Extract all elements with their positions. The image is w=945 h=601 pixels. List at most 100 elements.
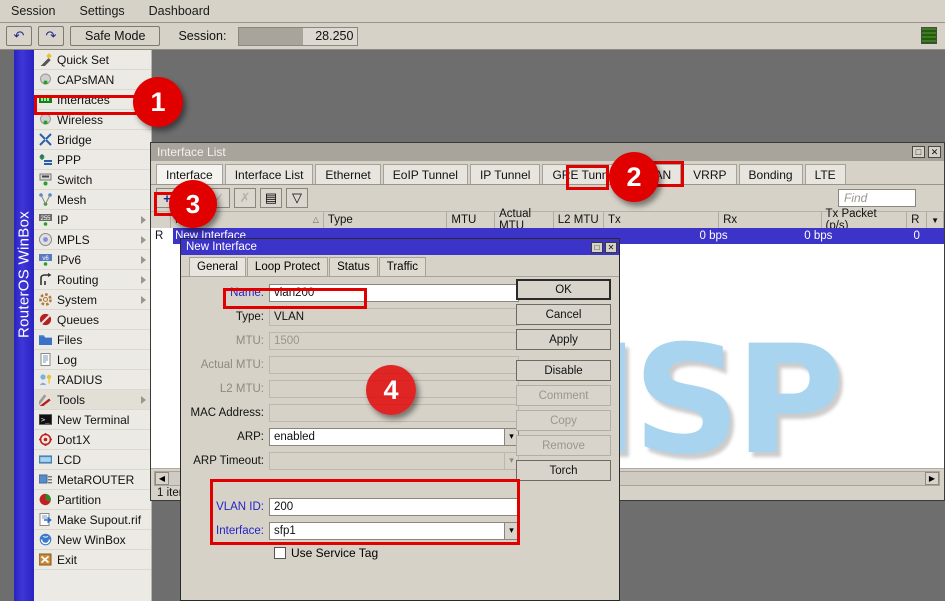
sidebar-item-exit[interactable]: Exit — [34, 550, 151, 570]
bridge-icon — [39, 133, 52, 146]
scroll-left-icon[interactable]: ◀ — [155, 472, 169, 485]
dialog-tab-loop-protect[interactable]: Loop Protect — [247, 257, 328, 276]
field-input-type[interactable]: VLAN — [269, 308, 519, 326]
sidebar-item-label: IPv6 — [57, 253, 136, 267]
apply-button[interactable]: Apply — [516, 329, 611, 350]
use-service-tag-row[interactable]: Use Service Tag — [189, 544, 519, 562]
sidebar-item-new-winbox[interactable]: New WinBox — [34, 530, 151, 550]
sidebar-item-mpls[interactable]: MPLS — [34, 230, 151, 250]
disable-button[interactable]: ✗ — [234, 188, 256, 208]
sidebar-item-ip[interactable]: 255IP — [34, 210, 151, 230]
field-input-vlan-id[interactable]: 200 — [269, 498, 519, 516]
tab-lte[interactable]: LTE — [805, 164, 846, 184]
field-label-l2-mtu: L2 MTU: — [189, 383, 269, 395]
sidebar-item-bridge[interactable]: Bridge — [34, 130, 151, 150]
safe-mode-button[interactable]: Safe Mode — [70, 26, 160, 46]
winbox-brand-strip: RouterOS WinBox — [14, 50, 34, 601]
maximize-icon[interactable]: □ — [912, 146, 925, 158]
dialog-tab-traffic[interactable]: Traffic — [379, 257, 426, 276]
use-service-tag-checkbox[interactable] — [274, 547, 286, 559]
tab-ethernet[interactable]: Ethernet — [315, 164, 380, 184]
tab-vrrp[interactable]: VRRP — [683, 164, 736, 184]
column-header-tx-packet-p-s[interactable]: Tx Packet (p/s) — [822, 212, 908, 228]
dialog-titlebar[interactable]: New Interface □ ✕ — [181, 239, 619, 255]
sidebar-item-routing[interactable]: Routing — [34, 270, 151, 290]
field-input-arp-timeout[interactable] — [269, 452, 505, 470]
sidebar-item-log[interactable]: Log — [34, 350, 151, 370]
column-chooser-icon[interactable]: ▼ — [927, 212, 944, 228]
column-header-l2-mtu[interactable]: L2 MTU — [554, 212, 604, 228]
field-input-mtu[interactable]: 1500 — [269, 332, 519, 350]
sidebar-item-quick-set[interactable]: Quick Set — [34, 50, 151, 70]
column-header-label: Tx — [608, 214, 621, 226]
field-row-arp-timeout: ARP Timeout:▾ — [189, 450, 519, 471]
field-input-arp[interactable]: enabled — [269, 428, 505, 446]
menu-item-settings[interactable]: Settings — [76, 2, 127, 20]
row-flag: R — [151, 228, 173, 244]
interface-list-titlebar[interactable]: Interface List □ ✕ — [151, 143, 944, 161]
session-value-field[interactable]: 28.250 — [238, 27, 358, 46]
sidebar-item-tools[interactable]: Tools — [34, 390, 151, 410]
undo-icon[interactable]: ↶ — [6, 26, 32, 46]
ok-button[interactable]: OK — [516, 279, 611, 300]
sidebar-item-system[interactable]: System — [34, 290, 151, 310]
column-header-rx[interactable]: Rx — [719, 212, 821, 228]
field-label-actual-mtu: Actual MTU: — [189, 359, 269, 371]
sidebar-item-new-terminal[interactable]: >_New Terminal — [34, 410, 151, 430]
menu-item-session[interactable]: Session — [8, 2, 58, 20]
svg-text:>_: >_ — [41, 416, 50, 424]
close-icon[interactable]: ✕ — [928, 146, 941, 158]
tab-ip-tunnel[interactable]: IP Tunnel — [470, 164, 540, 184]
scroll-right-icon[interactable]: ▶ — [925, 472, 939, 485]
sidebar-item-label: Dot1X — [57, 433, 151, 447]
sidebar-item-queues[interactable]: Queues — [34, 310, 151, 330]
disable-button[interactable]: Disable — [516, 360, 611, 381]
maximize-icon[interactable]: □ — [591, 242, 603, 253]
system-icon — [39, 293, 52, 306]
sidebar-item-switch[interactable]: Switch — [34, 170, 151, 190]
filter-button[interactable]: ▽ — [286, 188, 308, 208]
column-header-r[interactable]: R — [907, 212, 927, 228]
sidebar-item-metarouter[interactable]: MetaROUTER — [34, 470, 151, 490]
annotation-marker-3: 3 — [169, 180, 217, 228]
redo-icon[interactable]: ↷ — [38, 26, 64, 46]
chevron-down-icon[interactable]: ▾ — [504, 522, 519, 540]
interface-list-title: Interface List — [157, 145, 912, 159]
menu-item-dashboard[interactable]: Dashboard — [146, 2, 213, 20]
tab-bonding[interactable]: Bonding — [739, 164, 803, 184]
cancel-button[interactable]: Cancel — [516, 304, 611, 325]
sidebar-item-lcd[interactable]: LCD — [34, 450, 151, 470]
sidebar-item-radius[interactable]: RADIUS — [34, 370, 151, 390]
sidebar-item-dot1x[interactable]: Dot1X — [34, 430, 151, 450]
sidebar-item-capsman[interactable]: CAPsMAN — [34, 70, 151, 90]
column-header-mtu[interactable]: MTU — [447, 212, 495, 228]
torch-button[interactable]: Torch — [516, 460, 611, 481]
sidebar-item-partition[interactable]: Partition — [34, 490, 151, 510]
sidebar-item-wireless[interactable]: Wireless — [34, 110, 151, 130]
comment-button[interactable]: ▤ — [260, 188, 282, 208]
column-header-actual-mtu[interactable]: Actual MTU — [495, 212, 554, 228]
field-input-name[interactable]: vlan200 — [269, 284, 519, 302]
sidebar-item-make-supout-rif[interactable]: Make Supout.rif — [34, 510, 151, 530]
antenna-icon — [39, 73, 52, 86]
dialog-tab-general[interactable]: General — [189, 257, 246, 276]
sidebar-item-mesh[interactable]: Mesh — [34, 190, 151, 210]
tab-interface-list[interactable]: Interface List — [225, 164, 314, 184]
field-label-vlan-id: VLAN ID: — [189, 501, 269, 513]
dialog-tab-status[interactable]: Status — [329, 257, 378, 276]
field-input-interface[interactable]: sfp1 — [269, 522, 505, 540]
tab-eoip-tunnel[interactable]: EoIP Tunnel — [383, 164, 468, 184]
sidebar-item-ipv6[interactable]: v6IPv6 — [34, 250, 151, 270]
column-header-type[interactable]: Type — [324, 212, 447, 228]
close-icon[interactable]: ✕ — [605, 242, 617, 253]
chevron-right-icon — [141, 296, 146, 304]
sidebar-item-files[interactable]: Files — [34, 330, 151, 350]
column-header-tx[interactable]: Tx — [604, 212, 719, 228]
search-input[interactable]: Find — [838, 189, 916, 207]
field-label-mtu: MTU: — [189, 335, 269, 347]
switch-icon — [39, 173, 52, 186]
cell-tx: 0 bps — [614, 228, 732, 244]
sidebar-item-ppp[interactable]: PPP — [34, 150, 151, 170]
radius-icon — [39, 373, 52, 386]
comment-button: Comment — [516, 385, 611, 406]
